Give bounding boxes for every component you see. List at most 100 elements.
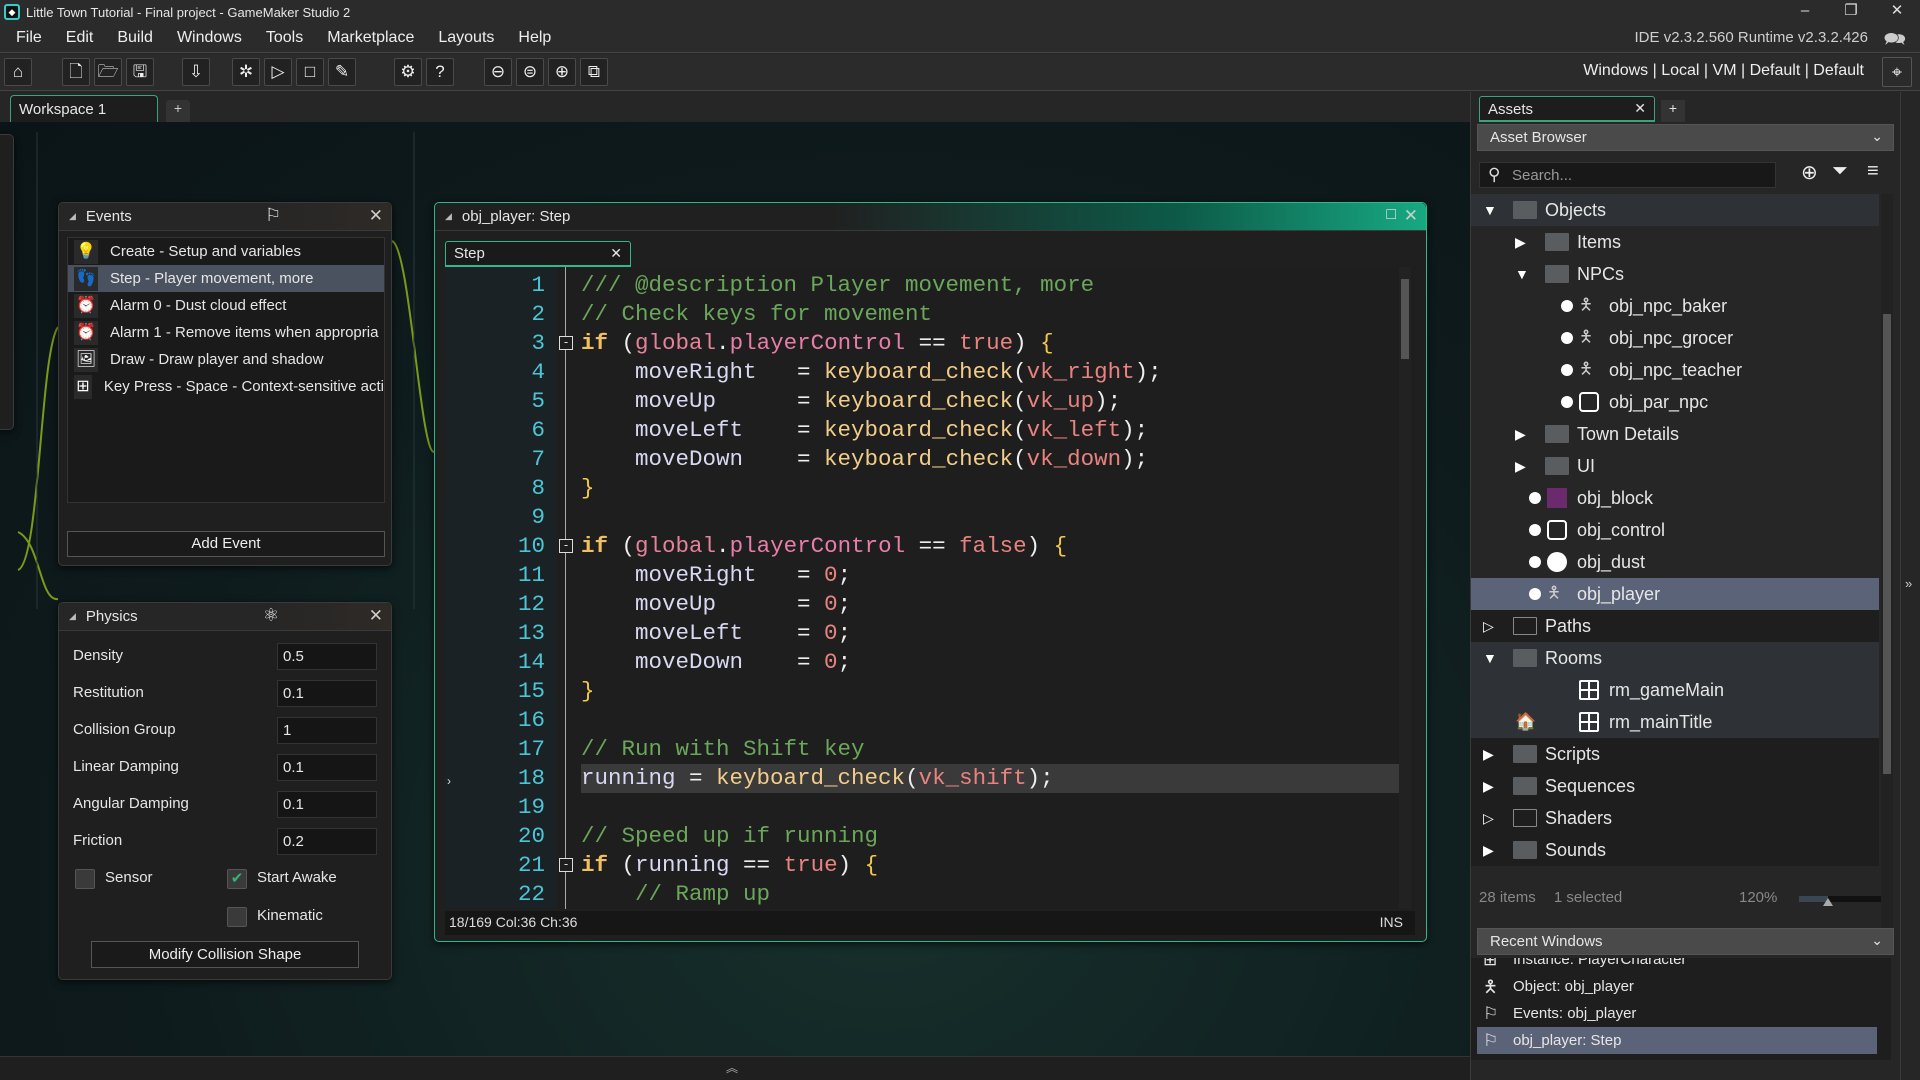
menu-windows[interactable]: Windows: [165, 29, 254, 47]
kinematic-checkbox[interactable]: [227, 907, 247, 927]
game-options-icon[interactable]: ⚙: [394, 58, 422, 86]
collapse-icon[interactable]: ◢: [69, 611, 76, 622]
maximize-icon[interactable]: □: [1386, 206, 1396, 224]
close-tab-icon[interactable]: ✕: [610, 245, 622, 262]
event-item[interactable]: ⏰ Alarm 1 - Remove items when appropria: [68, 319, 384, 346]
start-awake-checkbox[interactable]: ✔: [227, 869, 247, 889]
open-project-icon[interactable]: 🗁: [94, 58, 122, 86]
asset-tree-row[interactable]: ▼ Objects: [1471, 194, 1879, 226]
close-icon[interactable]: ✕: [1404, 206, 1418, 226]
code-text-area[interactable]: 1/// @description Player movement, more 2…: [445, 267, 1415, 909]
zoom-in-icon[interactable]: ⊕: [548, 58, 576, 86]
asset-tree-row[interactable]: ▼ Rooms: [1471, 642, 1879, 674]
event-item[interactable]: 🖼 Draw - Draw player and shadow: [68, 346, 384, 373]
physics-panel-header[interactable]: ◢ Physics ⚛ ✕: [59, 603, 391, 631]
scroll-thumb[interactable]: [1883, 314, 1891, 774]
asset-browser-dropdown[interactable]: Asset Browser ⌄: [1477, 124, 1894, 151]
expanded-arrow-icon[interactable]: ▼: [1515, 258, 1529, 290]
physics-field-input[interactable]: 1: [277, 717, 377, 744]
fold-toggle-icon[interactable]: -: [559, 858, 573, 872]
tab-workspace-1[interactable]: Workspace 1: [10, 95, 158, 122]
collapsed-arrow-icon[interactable]: ▶: [1515, 226, 1526, 258]
asset-tree-row[interactable]: ▶ Items: [1471, 226, 1879, 258]
asset-tree-scrollbar[interactable]: [1881, 194, 1893, 954]
menu-edit[interactable]: Edit: [54, 29, 106, 47]
zoom-knob[interactable]: [1822, 898, 1833, 906]
create-executable-icon[interactable]: ⇩: [182, 58, 210, 86]
collapse-icon[interactable]: ◢: [445, 211, 452, 222]
collapsed-arrow-icon[interactable]: ▶: [1515, 450, 1526, 482]
asset-tree-row[interactable]: ▼ NPCs: [1471, 258, 1879, 290]
add-event-button[interactable]: Add Event: [67, 531, 385, 557]
menu-build[interactable]: Build: [105, 29, 165, 47]
asset-tree-row[interactable]: ▶ Sequences: [1471, 770, 1879, 802]
run-icon[interactable]: ▷: [264, 58, 292, 86]
add-asset-icon[interactable]: ⊕: [1801, 160, 1818, 185]
restore-button[interactable]: ❐: [1828, 0, 1874, 24]
expand-dock-icon[interactable]: »: [1905, 576, 1912, 591]
asset-tree-row[interactable]: obj_control: [1471, 514, 1879, 546]
expanded-arrow-icon[interactable]: ▼: [1483, 642, 1497, 674]
scroll-thumb[interactable]: [1401, 279, 1409, 359]
collapse-icon[interactable]: ◢: [69, 211, 76, 222]
event-item[interactable]: 💡 Create - Setup and variables: [68, 238, 384, 265]
asset-tree-row[interactable]: 🏠 rm_mainTitle: [1471, 706, 1879, 738]
new-project-icon[interactable]: 🗋: [62, 58, 90, 86]
save-icon[interactable]: 🖫: [126, 58, 154, 86]
asset-tree-row[interactable]: ▷ Paths: [1471, 610, 1879, 642]
collapsed-arrow-icon[interactable]: ▶: [1483, 834, 1494, 866]
close-icon[interactable]: ✕: [369, 206, 383, 226]
search-input[interactable]: ⚲ Search...: [1479, 162, 1776, 188]
code-editor-header[interactable]: ◢ obj_player: Step □ ✕: [435, 203, 1426, 231]
fold-toggle-icon[interactable]: -: [559, 539, 573, 553]
physics-field-input[interactable]: 0.2: [277, 828, 377, 855]
asset-tree-row[interactable]: 🯅 obj_player: [1471, 578, 1879, 610]
physics-field-input[interactable]: 0.5: [277, 643, 377, 670]
code-scrollbar[interactable]: [1399, 267, 1411, 909]
zoom-reset-icon[interactable]: ⊜: [516, 58, 544, 86]
expand-output-icon[interactable]: ︽: [726, 1059, 738, 1076]
help-icon[interactable]: ?: [426, 58, 454, 86]
asset-tree-row[interactable]: obj_block: [1471, 482, 1879, 514]
asset-tree-row[interactable]: ▶ Sounds: [1471, 834, 1879, 866]
menu-layouts[interactable]: Layouts: [426, 29, 506, 47]
collapsed-arrow-icon[interactable]: ▷: [1483, 802, 1494, 834]
close-window-button[interactable]: ✕: [1874, 0, 1920, 24]
event-item[interactable]: 👣 Step - Player movement, more: [68, 265, 384, 292]
expanded-arrow-icon[interactable]: ▼: [1483, 194, 1497, 226]
menu-marketplace[interactable]: Marketplace: [315, 29, 426, 47]
stop-icon[interactable]: □: [296, 58, 324, 86]
filter-icon[interactable]: ⏷: [1832, 160, 1848, 183]
asset-tree-row[interactable]: 🯅 obj_npc_baker: [1471, 290, 1879, 322]
asset-tree-row[interactable]: ▶ Scripts: [1471, 738, 1879, 770]
events-panel-header[interactable]: ◢ Events ⚐ ✕: [59, 203, 391, 231]
collapsed-arrow-icon[interactable]: ▶: [1483, 738, 1494, 770]
asset-tree-row[interactable]: ▶ UI: [1471, 450, 1879, 482]
zoom-slider[interactable]: [1799, 896, 1881, 906]
menu-help[interactable]: Help: [506, 29, 563, 47]
recent-window-item[interactable]: ⚐ obj_player: Step: [1477, 1027, 1877, 1054]
asset-tree-row[interactable]: 🯅 obj_npc_teacher: [1471, 354, 1879, 386]
recent-window-item[interactable]: 🯅 Object: obj_player: [1477, 973, 1877, 1000]
tab-step[interactable]: Step ✕: [445, 241, 631, 267]
physics-field-input[interactable]: 0.1: [277, 754, 377, 781]
sensor-checkbox[interactable]: [75, 869, 95, 889]
zoom-out-icon[interactable]: ⊖: [484, 58, 512, 86]
collapsed-arrow-icon[interactable]: ▶: [1515, 418, 1526, 450]
recent-windows-dropdown[interactable]: Recent Windows ⌄: [1477, 928, 1894, 955]
physics-field-input[interactable]: 0.1: [277, 791, 377, 818]
modify-collision-shape-button[interactable]: Modify Collision Shape: [91, 941, 359, 968]
recent-window-item[interactable]: ⚐ Events: obj_player: [1477, 1000, 1877, 1027]
menu-tools[interactable]: Tools: [254, 29, 315, 47]
fit-view-icon[interactable]: ⧉: [580, 58, 608, 86]
recent-window-item[interactable]: ⊞ Instance: PlayerCharacter: [1477, 958, 1877, 973]
target-selector[interactable]: Windows | Local | VM | Default | Default: [1583, 62, 1864, 80]
fold-toggle-icon[interactable]: -: [559, 336, 573, 350]
add-workspace-button[interactable]: +: [166, 100, 190, 122]
asset-tree-row[interactable]: obj_par_npc: [1471, 386, 1879, 418]
feedback-icon[interactable]: 🗪: [1884, 27, 1906, 57]
add-tab-button[interactable]: +: [1661, 100, 1685, 122]
tab-assets[interactable]: Assets ✕: [1479, 96, 1655, 122]
debug-icon[interactable]: ✲: [232, 58, 260, 86]
event-item[interactable]: ⏰ Alarm 0 - Dust cloud effect: [68, 292, 384, 319]
